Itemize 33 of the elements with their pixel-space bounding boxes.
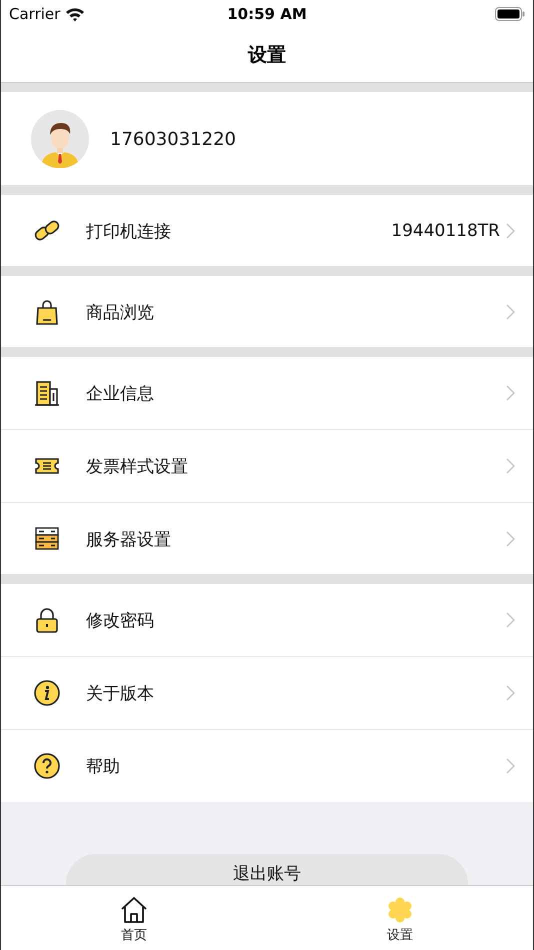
phone-number: 17603031220 bbox=[110, 128, 236, 150]
chevron-icon bbox=[506, 685, 515, 701]
page-title: 设置 bbox=[248, 43, 286, 68]
settings-row[interactable]: 发票样式设置 bbox=[1, 429, 533, 502]
chevron-icon bbox=[506, 223, 515, 239]
printer-id: 19440118TR bbox=[391, 221, 500, 241]
chevron-icon bbox=[506, 385, 515, 401]
tab-item[interactable]: 设置 bbox=[267, 886, 533, 950]
chevron-icon bbox=[506, 458, 515, 474]
help-icon bbox=[33, 752, 61, 780]
battery-icon bbox=[495, 7, 525, 21]
settings-row[interactable]: 帮助 bbox=[1, 729, 533, 802]
wifi-icon bbox=[65, 6, 86, 22]
carrier-label: Carrier bbox=[9, 5, 60, 23]
shopping-bag-icon bbox=[33, 298, 61, 326]
building-icon bbox=[33, 379, 61, 407]
avatar-icon bbox=[31, 110, 89, 168]
settings-row[interactable]: 关于版本 bbox=[1, 656, 533, 729]
settings-row[interactable]: 服务器设置 bbox=[1, 502, 533, 575]
info-icon bbox=[33, 679, 61, 707]
status-time: 10:59 AM bbox=[227, 5, 307, 23]
settings-row[interactable]: 企业信息 bbox=[1, 357, 533, 429]
chevron-icon bbox=[506, 304, 515, 320]
tab-item[interactable]: 首页 bbox=[1, 886, 267, 950]
lock-icon bbox=[33, 606, 61, 634]
settings-row[interactable]: 打印机连接 19440118TR bbox=[1, 195, 533, 267]
chevron-icon bbox=[506, 758, 515, 774]
settings-row[interactable]: 商品浏览 bbox=[1, 276, 533, 348]
settings-row[interactable]: 修改密码 bbox=[1, 584, 533, 656]
chevron-icon bbox=[506, 612, 515, 628]
logout-button[interactable]: 退出账号 bbox=[66, 854, 468, 885]
chevron-icon bbox=[506, 531, 515, 547]
home-icon bbox=[119, 896, 149, 924]
